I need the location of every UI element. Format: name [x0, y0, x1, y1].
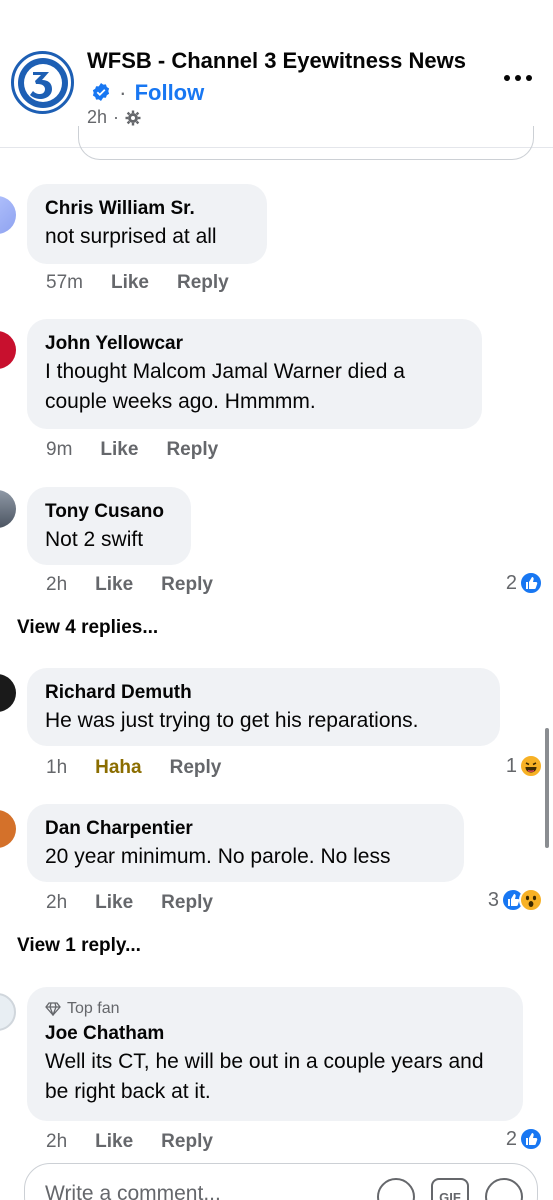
comment-time[interactable]: 2h [46, 892, 67, 914]
comment-time[interactable]: 1h [46, 757, 67, 779]
comment-time[interactable]: 2h [46, 1131, 67, 1153]
like-button[interactable]: Like [100, 439, 138, 461]
comment-actions: 57m Like Reply [46, 272, 257, 294]
reply-button[interactable]: Reply [161, 892, 213, 914]
composer-icons: GIF [377, 1178, 523, 1200]
gif-icon[interactable]: GIF [431, 1178, 469, 1200]
reaction-count: 2 [505, 571, 517, 594]
reply-button[interactable]: Reply [161, 1131, 213, 1153]
emoji-icon[interactable] [485, 1178, 523, 1200]
reaction-summary[interactable]: 3 [488, 888, 543, 912]
comment-bubble: Dan Charpentier 20 year minimum. No paro… [27, 804, 464, 882]
commenter-name[interactable]: John Yellowcar [45, 331, 464, 357]
page-name[interactable]: WFSB - Channel 3 Eyewitness News [87, 48, 466, 73]
post-title-line: WFSB - Channel 3 Eyewitness News · Follo… [87, 45, 467, 109]
comment-text: He was just trying to get his reparation… [45, 709, 419, 732]
comment-text: I thought Malcom Jamal Warner died a cou… [45, 360, 405, 413]
like-button[interactable]: Like [95, 892, 133, 914]
more-dot-icon [515, 75, 521, 81]
like-button[interactable]: Like [111, 272, 149, 294]
commenter-name[interactable]: Richard Demuth [45, 680, 482, 706]
haha-emoji-icon [519, 754, 543, 778]
comment-bubble: Chris William Sr. not surprised at all [27, 184, 267, 264]
follow-button[interactable]: Follow [135, 80, 205, 105]
wow-emoji-icon [519, 888, 543, 912]
more-dot-icon [504, 75, 510, 81]
diamond-icon [45, 1002, 61, 1016]
comment-text: Well its CT, he will be out in a couple … [45, 1050, 484, 1103]
like-button[interactable]: Like [95, 574, 133, 596]
comment-bubble: Top fan Joe Chatham Well its CT, he will… [27, 987, 523, 1121]
view-replies-link[interactable]: View 4 replies... [17, 617, 158, 639]
more-dot-icon [526, 75, 532, 81]
reply-button[interactable]: Reply [177, 272, 229, 294]
comment-actions: 9m Like Reply [46, 439, 246, 461]
reaction-count: 2 [505, 1127, 517, 1150]
reply-button[interactable]: Reply [161, 574, 213, 596]
comment-text: Not 2 swift [45, 528, 144, 551]
channel-3-logo-icon [17, 57, 68, 108]
commenter-avatar[interactable] [0, 674, 16, 712]
comment-bubble: Richard Demuth He was just trying to get… [27, 668, 500, 746]
avatar-sticker-icon[interactable] [377, 1178, 415, 1200]
post-meta: 2h · [87, 107, 141, 128]
comment-input-placeholder[interactable]: Write a comment... [45, 1182, 221, 1200]
comment-actions: 2h Like Reply [46, 892, 241, 914]
scrollbar[interactable] [545, 728, 549, 848]
commenter-name[interactable]: Tony Cusano [45, 499, 173, 525]
comment-actions: 2h Like Reply [46, 1131, 241, 1153]
comment-composer[interactable]: Write a comment... GIF [24, 1163, 538, 1200]
comment-text: 20 year minimum. No parole. No less [45, 845, 391, 868]
thumbs-up-icon [519, 571, 543, 595]
comment-time[interactable]: 57m [46, 272, 83, 294]
verified-badge-icon [92, 83, 110, 101]
haha-reaction-button[interactable]: Haha [95, 757, 141, 779]
comment-time[interactable]: 9m [46, 439, 72, 461]
commenter-avatar[interactable] [0, 810, 16, 848]
commenter-avatar[interactable] [0, 196, 16, 234]
commenter-avatar[interactable] [0, 993, 16, 1031]
commenter-name[interactable]: Joe Chatham [45, 1021, 505, 1047]
comment-bubble: John Yellowcar I thought Malcom Jamal Wa… [27, 319, 482, 429]
commenter-avatar[interactable] [0, 490, 16, 528]
commenter-name[interactable]: Chris William Sr. [45, 196, 249, 222]
view-replies-link[interactable]: View 1 reply... [17, 935, 141, 957]
comment-actions: 2h Like Reply [46, 574, 241, 596]
reaction-summary[interactable]: 2 [506, 571, 543, 595]
reaction-summary[interactable]: 1 [506, 754, 543, 778]
comment-bubble: Tony Cusano Not 2 swift [27, 487, 191, 565]
like-button[interactable]: Like [95, 1131, 133, 1153]
reaction-summary[interactable]: 2 [506, 1127, 543, 1151]
comment-text: not surprised at all [45, 225, 217, 248]
meta-separator: · [113, 107, 120, 127]
commenter-avatar[interactable] [0, 331, 16, 369]
reply-button[interactable]: Reply [166, 439, 218, 461]
previous-comment-edge [78, 126, 534, 160]
page-avatar-logo[interactable] [11, 51, 74, 114]
reaction-count: 3 [487, 888, 499, 911]
post-time[interactable]: 2h [87, 107, 107, 128]
commenter-name[interactable]: Dan Charpentier [45, 816, 446, 842]
comment-time[interactable]: 2h [46, 574, 67, 596]
reaction-count: 1 [505, 754, 517, 777]
reply-button[interactable]: Reply [170, 757, 222, 779]
top-fan-badge: Top fan [45, 999, 505, 1019]
gear-icon [125, 110, 141, 125]
title-separator: · [119, 80, 127, 105]
top-fan-label: Top fan [67, 1000, 120, 1017]
comment-actions: 1h Haha Reply [46, 757, 249, 779]
more-options-button[interactable] [500, 66, 536, 90]
thumbs-up-icon [519, 1127, 543, 1151]
